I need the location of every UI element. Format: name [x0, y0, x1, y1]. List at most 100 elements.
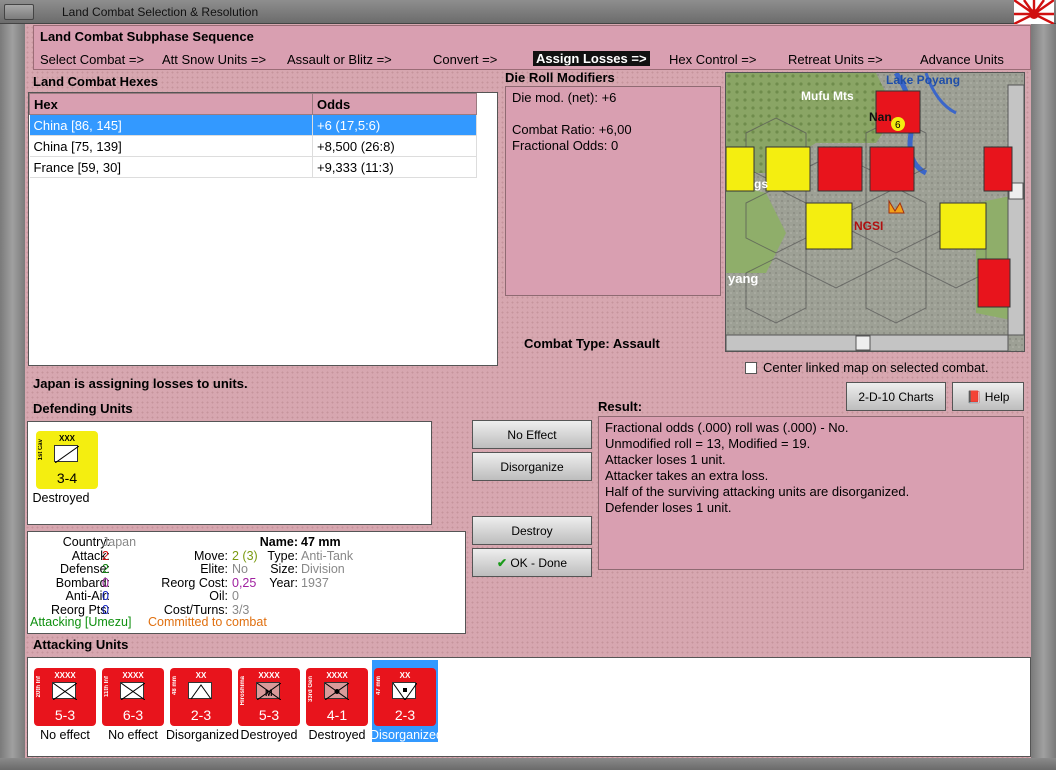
unit-caption: Destroyed: [308, 728, 366, 742]
modifier-line: Fractional Odds: 0: [512, 138, 619, 153]
unit-name: 47 mm: [376, 676, 382, 696]
unit-stats: 2-3: [394, 707, 416, 723]
anti-tank-icon: [188, 682, 212, 700]
type-value: Anti-Tank: [301, 548, 354, 563]
subphase-step[interactable]: Hex Control =>: [669, 52, 756, 67]
attacking-unit[interactable]: XX 47 mm 2-3: [374, 668, 436, 726]
unit-size: XXXX: [258, 671, 280, 680]
hex-cell: China [86, 145]: [29, 114, 313, 136]
attacking-unit[interactable]: XXXX 33rd Gen 4-1: [306, 668, 368, 726]
unit-caption: Disorganized: [166, 728, 239, 742]
subphase-step[interactable]: Assault or Blitz =>: [287, 52, 392, 67]
odds-cell: +6 (17,5:6): [312, 114, 477, 136]
odds-cell: +8,500 (26:8): [312, 135, 477, 157]
attacking-units-panel: XXXX 20th Inf 5-3 No effect XXXX 11th Inf 6-3 N…: [27, 657, 1031, 757]
disorganize-button[interactable]: Disorganize: [472, 452, 592, 481]
unit-stats: 4-1: [326, 707, 348, 723]
cavalry-icon: [54, 445, 80, 464]
elite-key: Elite:: [200, 562, 228, 576]
map-label: Mufu Mts: [801, 89, 854, 103]
subphase-step[interactable]: Assign Losses =>: [533, 51, 650, 66]
unit-stats: 6-3: [122, 707, 144, 723]
map-label: Lake Poyang: [886, 73, 961, 87]
svg-text:M: M: [265, 688, 273, 698]
no-effect-button[interactable]: No Effect: [472, 420, 592, 449]
charts-button[interactable]: 2-D-10 Charts: [846, 382, 946, 411]
map-label: NGSI: [854, 219, 884, 233]
year-key: Year:: [269, 575, 298, 590]
unit-size: XXXX: [54, 671, 76, 680]
defense-key: Defense:: [59, 562, 110, 576]
subphase-step[interactable]: Select Combat =>: [40, 52, 144, 67]
modifiers-panel: Die mod. (net): +6 Combat Ratio: +6,00 F…: [505, 86, 721, 296]
bottom-frame: [0, 758, 1056, 770]
subphase-title: Land Combat Subphase Sequence: [40, 29, 254, 44]
left-frame: [0, 24, 25, 770]
table-row[interactable]: China [86, 145] +6 (17,5:6): [29, 114, 477, 136]
hexes-table[interactable]: Hex Odds China [86, 145] +6 (17,5:6) China…: [28, 92, 498, 366]
attack-key: Attack:: [71, 548, 110, 563]
unit-name: 20th Inf: [36, 676, 42, 698]
help-button[interactable]: 📕 Help: [952, 382, 1024, 411]
unit-caption: No effect: [40, 728, 90, 742]
oil-value: 0: [232, 589, 239, 603]
combat-type-value: Assault: [612, 336, 660, 351]
attacking-unit[interactable]: XX 48 mm 2-3: [170, 668, 232, 726]
attacking-leader: Attacking [Umezu]: [30, 615, 132, 629]
subphase-step[interactable]: Advance Units: [920, 52, 1004, 67]
attacking-unit[interactable]: XXXX 20th Inf 5-3: [34, 668, 96, 726]
subphase-step[interactable]: Att Snow Units =>: [162, 52, 266, 67]
subphase-step[interactable]: Retreat Units =>: [788, 52, 883, 67]
unit-caption: Destroyed: [240, 728, 298, 742]
defending-unit[interactable]: XXX 1st Cav 3-4: [36, 431, 98, 489]
table-row[interactable]: China [75, 139] +8,500 (26:8): [29, 135, 477, 157]
linked-map[interactable]: 6 Lake Poyang Mufu Mts Nan NGSI yang gs: [725, 72, 1025, 352]
status-message: Japan is assigning losses to units.: [33, 376, 248, 391]
unit-info-panel: Country: Attack: Defense: Bombard: Anti-…: [27, 531, 466, 634]
modifier-line: Combat Ratio: +6,00: [512, 122, 632, 137]
hexes-label: Land Combat Hexes: [33, 74, 158, 89]
modifier-line: Die mod. (net): +6: [512, 90, 617, 105]
result-line: Attacker loses 1 unit.: [605, 452, 726, 467]
unit-name: 1st Cav: [38, 439, 44, 461]
window-title: Land Combat Selection & Resolution: [62, 5, 259, 19]
committed-status: Committed to combat: [148, 615, 267, 629]
name-key: Name:: [259, 535, 298, 549]
column-odds[interactable]: Odds: [312, 93, 477, 115]
result-label: Result:: [598, 399, 643, 414]
unit-stats: 5-3: [54, 707, 76, 723]
help-label: Help: [984, 390, 1010, 404]
odds-cell: +9,333 (11:3): [312, 156, 477, 178]
defending-label: Defending Units: [33, 401, 133, 416]
result-line: Fractional odds (.000) roll was (.000) -…: [605, 420, 849, 435]
attacking-unit[interactable]: XXXX Hiroshima M 5-3: [238, 668, 300, 726]
ok-done-button[interactable]: ✔ OK - Done: [472, 548, 592, 577]
right-frame: [1031, 24, 1056, 770]
hex-cell: France [59, 30]: [29, 156, 313, 178]
size-value: Division: [301, 562, 345, 576]
attacking-label: Attacking Units: [33, 637, 129, 652]
infantry-icon: [120, 682, 146, 701]
result-panel: Fractional odds (.000) roll was (.000) -…: [598, 416, 1024, 570]
destroy-button[interactable]: Destroy: [472, 516, 592, 545]
bombard-key: Bombard:: [55, 575, 110, 590]
subphase-step[interactable]: Convert =>: [433, 52, 497, 67]
anti-tank-icon: [392, 682, 418, 701]
attacking-unit[interactable]: XXXX 11th Inf 6-3: [102, 668, 164, 726]
unit-name: 48 mm: [172, 676, 178, 696]
checkmark-icon: ✔: [496, 556, 507, 570]
table-row[interactable]: France [59, 30] +9,333 (11:3): [29, 156, 477, 178]
column-hex[interactable]: Hex: [29, 93, 313, 115]
year-value: 1937: [301, 575, 329, 590]
result-line: Defender loses 1 unit.: [605, 500, 732, 515]
size-key: Size:: [270, 562, 298, 576]
book-icon: 📕: [966, 390, 982, 404]
combat-window: Land Combat Selection & Resolution Land …: [0, 0, 1056, 770]
unit-stats: 2-3: [190, 707, 212, 723]
unit-caption: Destroyed: [32, 491, 90, 505]
unit-size: XX: [399, 671, 411, 680]
minimize-button[interactable]: [4, 4, 34, 20]
center-linked-checkbox[interactable]: [745, 362, 757, 374]
antiair-key: Anti-Air:: [65, 589, 110, 603]
ok-done-label: OK - Done: [510, 556, 568, 570]
